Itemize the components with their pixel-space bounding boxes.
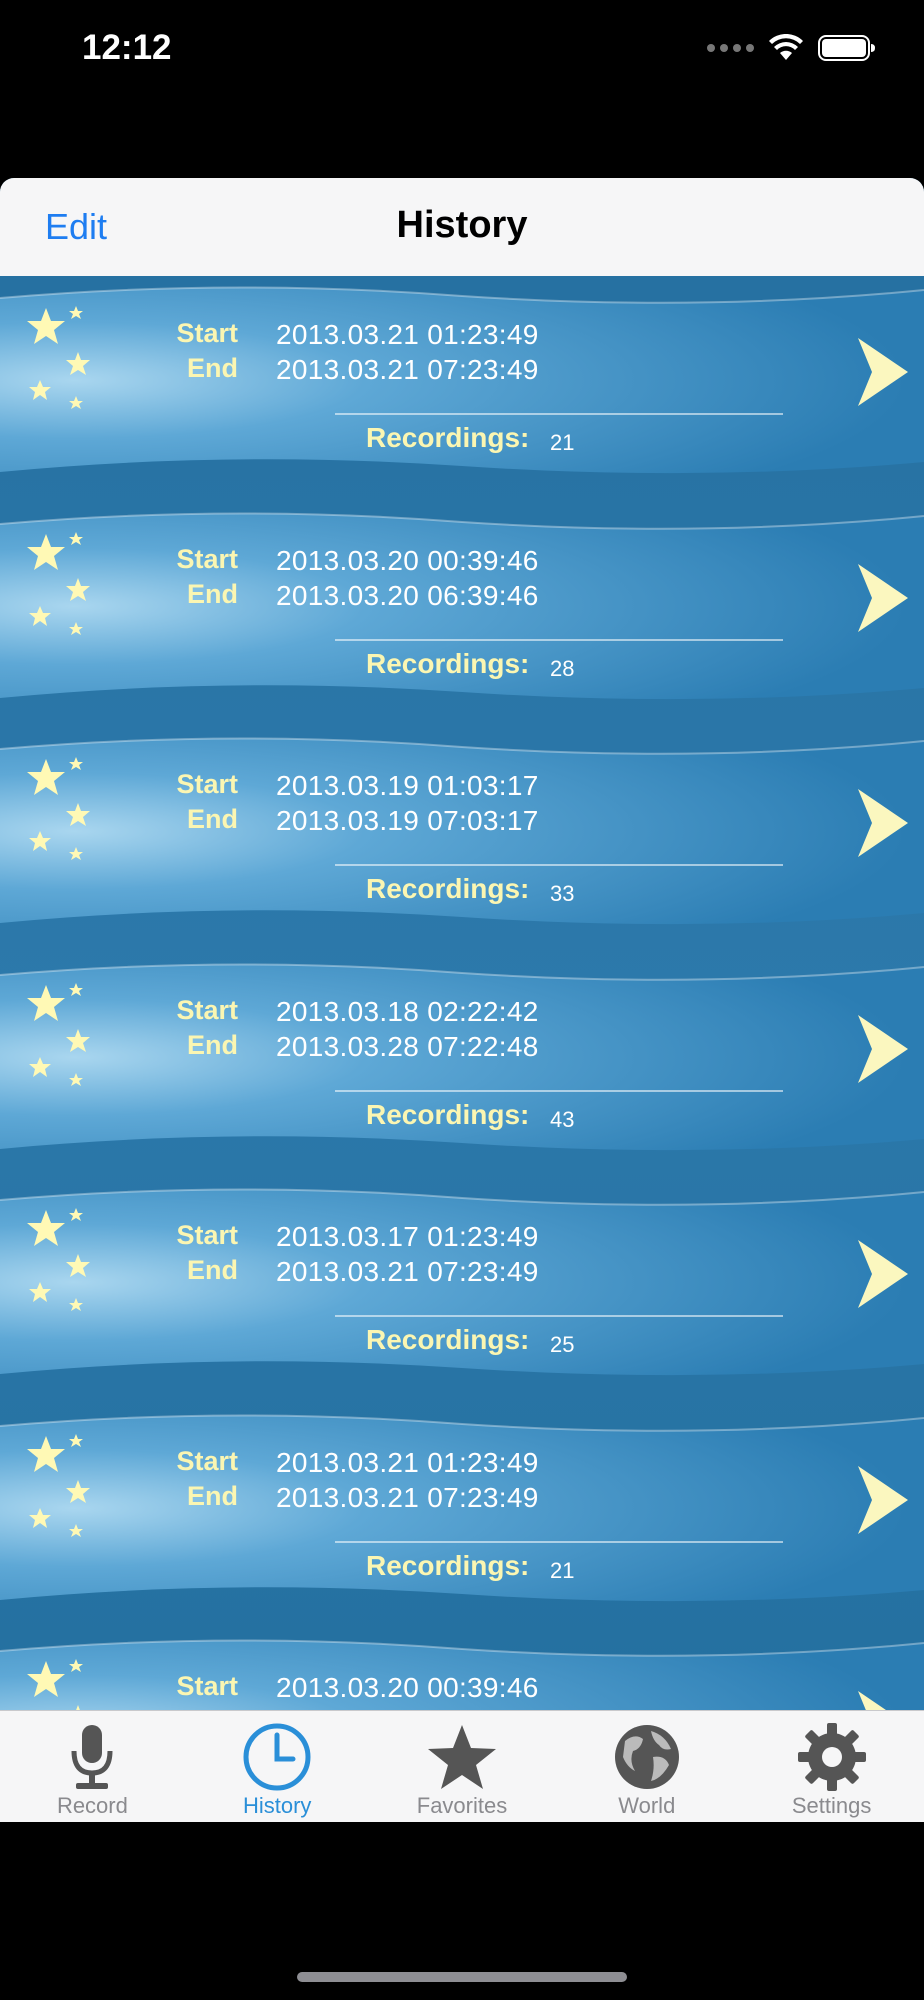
recordings-label: Recordings:: [366, 422, 530, 453]
row-divider: [335, 638, 783, 641]
recordings-count: 21: [550, 430, 575, 455]
tab-record[interactable]: Record: [0, 1711, 185, 1822]
end-time: 2013.03.21 07:23:49: [276, 1256, 539, 1287]
recordings-label: Recordings:: [366, 1324, 530, 1355]
end-label: End: [187, 804, 238, 834]
history-row[interactable]: Start 2013.03.20 00:39:46 End 2013.03.20 06…: [0, 502, 924, 702]
start-label: Start: [176, 1220, 238, 1250]
home-indicator: [297, 1972, 627, 1982]
end-time: 2013.03.19 07:03:17: [276, 805, 539, 836]
end-time: 2013.03.21 07:23:49: [276, 1481, 539, 1513]
navigation-bar: History Edit: [0, 178, 924, 277]
recordings-label: Recordings:: [366, 647, 530, 679]
app-screen: History Edit Start 2013.03.21 01:23:49 E…: [0, 178, 924, 1822]
cellular-signal-icon: [707, 44, 754, 52]
tab-bar: Record History Favorites World Settings: [0, 1710, 924, 1822]
row-divider: [335, 1540, 783, 1543]
wifi-icon: [769, 34, 803, 60]
clock-icon: [243, 1723, 311, 1791]
end-label: End: [187, 1029, 238, 1060]
recordings-count: 21: [550, 1557, 575, 1583]
microphone-icon: [71, 1725, 113, 1789]
recordings-count: 43: [550, 1106, 575, 1132]
tab-label-favorites: Favorites: [416, 1793, 508, 1818]
row-divider: [335, 1315, 783, 1317]
start-label: Start: [176, 1445, 238, 1476]
tab-world[interactable]: World: [554, 1711, 739, 1822]
tab-label-world: World: [618, 1793, 676, 1818]
tab-settings[interactable]: Settings: [739, 1711, 924, 1822]
start-label: Start: [176, 769, 238, 799]
history-row[interactable]: Start 2013.03.21 01:23:49 End 2013.03.21 07…: [0, 1404, 924, 1604]
history-row[interactable]: Start 2013.03.19 01:03:17 End 2013.03.19 07…: [0, 727, 924, 927]
recordings-count: 25: [550, 1332, 575, 1357]
end-label: End: [187, 1255, 238, 1285]
tab-label-record: Record: [56, 1793, 128, 1818]
recordings-count: 28: [550, 655, 575, 681]
start-time: 2013.03.17 01:23:49: [276, 1221, 539, 1252]
start-time: 2013.03.21 01:23:49: [276, 1446, 539, 1478]
start-label: Start: [176, 318, 238, 348]
recordings-label: Recordings:: [366, 1549, 530, 1581]
start-time: 2013.03.21 01:23:49: [276, 319, 539, 350]
start-time: 2013.03.20 00:39:46: [276, 1672, 539, 1703]
page-title: History: [396, 204, 528, 246]
gear-icon: [797, 1723, 866, 1791]
row-divider: [335, 413, 783, 415]
tab-favorites[interactable]: Favorites: [370, 1711, 555, 1822]
start-time: 2013.03.20 00:39:46: [276, 544, 539, 576]
row-divider: [335, 864, 783, 866]
end-label: End: [187, 578, 238, 609]
start-label: Start: [176, 1671, 238, 1701]
start-label: Start: [176, 994, 238, 1025]
history-list[interactable]: Start 2013.03.21 01:23:49 End 2013.03.21 07…: [0, 276, 924, 1710]
status-time: 12:12: [82, 28, 172, 67]
history-row[interactable]: Start 2013.03.17 01:23:49 End 2013.03.21 07…: [0, 1178, 924, 1378]
tab-history[interactable]: History: [185, 1711, 370, 1822]
recordings-count: 33: [550, 881, 575, 906]
end-label: End: [187, 353, 238, 383]
start-time: 2013.03.19 01:03:17: [276, 770, 539, 801]
status-indicators: [707, 34, 876, 62]
history-row[interactable]: Start 2013.03.18 02:22:42 End 2013.03.28 07…: [0, 953, 924, 1153]
history-row[interactable]: Start 2013.03.21 01:23:49 End 2013.03.21 07…: [0, 276, 924, 476]
end-time: 2013.03.21 07:23:49: [276, 354, 539, 385]
row-divider: [335, 1089, 783, 1092]
end-time: 2013.03.28 07:22:48: [276, 1030, 539, 1062]
end-label: End: [187, 1480, 238, 1511]
globe-icon: [614, 1725, 679, 1789]
status-bar: 12:12: [0, 0, 924, 100]
end-time: 2013.03.20 06:39:46: [276, 579, 539, 611]
history-row[interactable]: Start 2013.03.20 00:39:46: [0, 1629, 924, 1710]
start-label: Start: [176, 543, 238, 574]
battery-icon: [818, 35, 875, 61]
edit-button[interactable]: Edit: [45, 206, 107, 248]
recordings-label: Recordings:: [366, 1098, 530, 1130]
tab-label-history: History: [242, 1793, 312, 1818]
start-time: 2013.03.18 02:22:42: [276, 995, 539, 1027]
recordings-label: Recordings:: [366, 873, 530, 904]
tab-label-settings: Settings: [791, 1793, 872, 1818]
star-icon: [427, 1725, 496, 1789]
